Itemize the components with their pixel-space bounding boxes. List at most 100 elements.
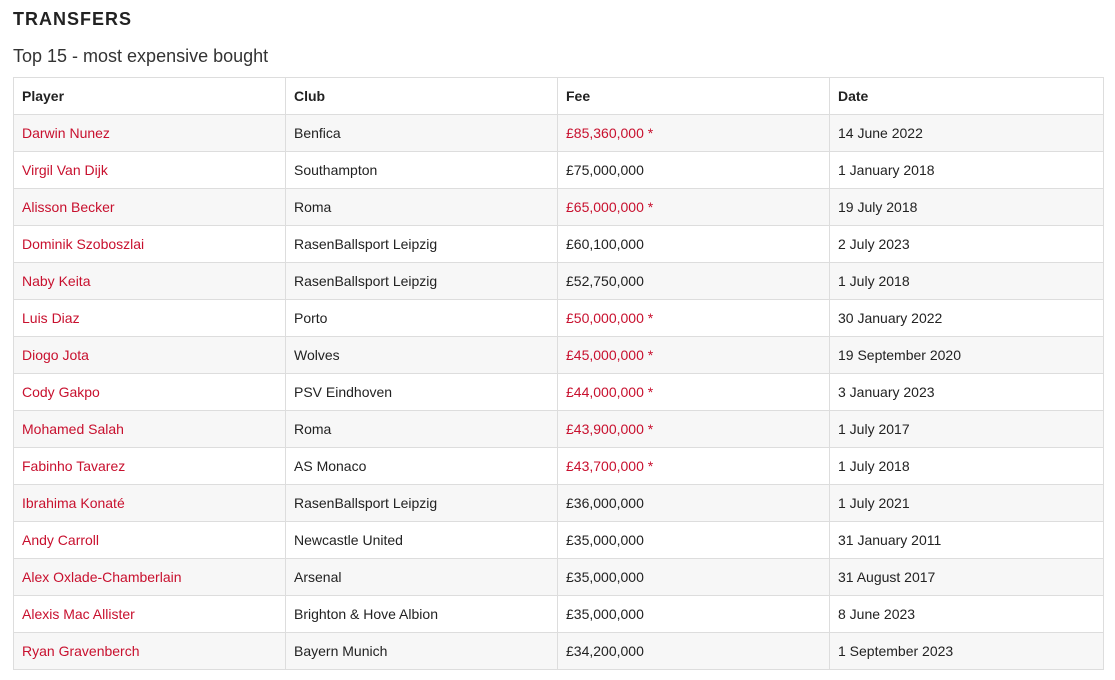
date-cell: 1 July 2018 [829,262,1104,300]
player-link[interactable]: Diogo Jota [22,347,89,363]
fee-cell: £60,100,000 [557,225,830,263]
player-link[interactable]: Ibrahima Konaté [22,495,125,511]
table-row: Ryan Gravenberch Bayern Munich £34,200,000… [13,632,1104,670]
club-cell: Brighton & Hove Albion [285,595,558,633]
player-cell: Dominik Szoboszlai [13,225,286,263]
date-cell: 14 June 2022 [829,114,1104,152]
player-link[interactable]: Naby Keita [22,273,90,289]
club-cell: Arsenal [285,558,558,596]
fee-cell: £35,000,000 [557,558,830,596]
fee-cell: £75,000,000 [557,151,830,189]
table-row: Darwin Nunez Benfica £85,360,000 * 14 June … [13,114,1104,152]
club-cell: Roma [285,188,558,226]
player-cell: Alex Oxlade-Chamberlain [13,558,286,596]
section-title: TRANSFERS [13,9,133,29]
column-header-date: Date [829,77,1104,115]
table-header: Player Club Fee Date [13,77,1104,115]
player-link[interactable]: Dominik Szoboszlai [22,236,144,252]
date-cell: 19 September 2020 [829,336,1104,374]
player-cell: Ryan Gravenberch [13,632,286,670]
player-cell: Cody Gakpo [13,373,286,411]
player-cell: Alisson Becker [13,188,286,226]
player-link[interactable]: Darwin Nunez [22,125,110,141]
player-cell: Alexis Mac Allister [13,595,286,633]
player-cell: Ibrahima Konaté [13,484,286,522]
date-cell: 31 January 2011 [829,521,1104,559]
header-row: Player Club Fee Date [13,77,1104,115]
table-row: Naby Keita RasenBallsport Leipzig £52,750,… [13,262,1104,300]
club-cell: PSV Eindhoven [285,373,558,411]
table-row: Dominik Szoboszlai RasenBallsport Leipzig… [13,225,1104,263]
table-row: Mohamed Salah Roma £43,900,000 * 1 July 201… [13,410,1104,448]
club-cell: Bayern Munich [285,632,558,670]
player-link[interactable]: Ryan Gravenberch [22,643,140,659]
page-subtitle: Top 15 - most expensive bought [13,46,269,66]
fee-cell: £85,360,000 * [557,114,830,152]
player-cell: Naby Keita [13,262,286,300]
club-cell: Benfica [285,114,558,152]
player-cell: Mohamed Salah [13,410,286,448]
club-cell: RasenBallsport Leipzig [285,484,558,522]
table-body: Darwin Nunez Benfica £85,360,000 * 14 June … [13,114,1104,670]
table-row: Alex Oxlade-Chamberlain Arsenal £35,000,00… [13,558,1104,596]
fee-cell: £43,700,000 * [557,447,830,485]
table-row: Fabinho Tavarez AS Monaco £43,700,000 * 1 J… [13,447,1104,485]
player-link[interactable]: Alex Oxlade-Chamberlain [22,569,182,585]
date-cell: 8 June 2023 [829,595,1104,633]
date-cell: 1 January 2018 [829,151,1104,189]
player-link[interactable]: Alisson Becker [22,199,115,215]
club-cell: Southampton [285,151,558,189]
club-cell: Wolves [285,336,558,374]
date-cell: 19 July 2018 [829,188,1104,226]
club-cell: Porto [285,299,558,337]
fee-cell: £36,000,000 [557,484,830,522]
fee-cell: £35,000,000 [557,595,830,633]
table-row: Ibrahima Konaté RasenBallsport Leipzig £36… [13,484,1104,522]
player-link[interactable]: Luis Diaz [22,310,80,326]
fee-cell: £52,750,000 [557,262,830,300]
table-row: Cody Gakpo PSV Eindhoven £44,000,000 * 3 Ja… [13,373,1104,411]
player-link[interactable]: Cody Gakpo [22,384,100,400]
fee-cell: £44,000,000 * [557,373,830,411]
player-link[interactable]: Mohamed Salah [22,421,124,437]
player-link[interactable]: Fabinho Tavarez [22,458,125,474]
player-cell: Virgil Van Dijk [13,151,286,189]
table-row: Alisson Becker Roma £65,000,000 * 19 July 2… [13,188,1104,226]
column-header-player: Player [13,77,286,115]
table-row: Virgil Van Dijk Southampton £75,000,000 1 J… [13,151,1104,189]
fee-cell: £34,200,000 [557,632,830,670]
player-cell: Luis Diaz [13,299,286,337]
table-row: Luis Diaz Porto £50,000,000 * 30 January 20… [13,299,1104,337]
player-cell: Diogo Jota [13,336,286,374]
fee-cell: £45,000,000 * [557,336,830,374]
date-cell: 3 January 2023 [829,373,1104,411]
fee-cell: £35,000,000 [557,521,830,559]
date-cell: 1 July 2017 [829,410,1104,448]
column-header-club: Club [285,77,558,115]
player-cell: Fabinho Tavarez [13,447,286,485]
table-row: Diogo Jota Wolves £45,000,000 * 19 Septembe… [13,336,1104,374]
date-cell: 31 August 2017 [829,558,1104,596]
date-cell: 2 July 2023 [829,225,1104,263]
player-link[interactable]: Alexis Mac Allister [22,606,135,622]
fee-cell: £43,900,000 * [557,410,830,448]
club-cell: AS Monaco [285,447,558,485]
fee-cell: £50,000,000 * [557,299,830,337]
player-cell: Andy Carroll [13,521,286,559]
club-cell: Newcastle United [285,521,558,559]
player-cell: Darwin Nunez [13,114,286,152]
club-cell: RasenBallsport Leipzig [285,225,558,263]
player-link[interactable]: Andy Carroll [22,532,99,548]
club-cell: RasenBallsport Leipzig [285,262,558,300]
date-cell: 1 July 2021 [829,484,1104,522]
column-header-fee: Fee [557,77,830,115]
date-cell: 30 January 2022 [829,299,1104,337]
table-row: Alexis Mac Allister Brighton & Hove Albio… [13,595,1104,633]
player-link[interactable]: Virgil Van Dijk [22,162,108,178]
club-cell: Roma [285,410,558,448]
date-cell: 1 July 2018 [829,447,1104,485]
date-cell: 1 September 2023 [829,632,1104,670]
transfers-table: Player Club Fee Date Darwin Nunez Benfica… [13,77,1104,670]
fee-cell: £65,000,000 * [557,188,830,226]
table-row: Andy Carroll Newcastle United £35,000,000 3… [13,521,1104,559]
